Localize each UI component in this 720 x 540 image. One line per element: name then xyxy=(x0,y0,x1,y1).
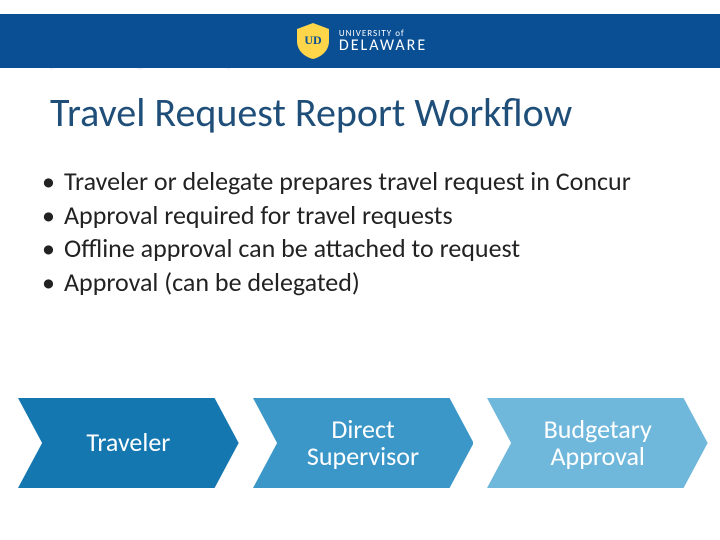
list-item: Approval required for travel requests xyxy=(36,200,690,232)
svg-text:UD: UD xyxy=(304,33,322,47)
list-item: Approval (can be delegated) xyxy=(36,267,690,299)
logo-shield-icon: UD xyxy=(293,21,333,61)
logo-text-large: DELAWARE xyxy=(339,38,427,54)
workflow-step-traveler: Traveler xyxy=(18,398,239,488)
slide: GRAMM METAPH UD UNIVERSITY of DELAWARE T… xyxy=(0,0,720,540)
list-item: Traveler or delegate prepares travel req… xyxy=(36,166,690,198)
header-band: UD UNIVERSITY of DELAWARE xyxy=(0,14,720,68)
workflow-step-label: Budgetary Approval xyxy=(509,398,686,488)
workflow-step-label: Traveler xyxy=(40,398,217,488)
university-logo: UD UNIVERSITY of DELAWARE xyxy=(293,21,427,61)
bullet-list: Traveler or delegate prepares travel req… xyxy=(36,166,690,301)
workflow-chevrons: Traveler Direct Supervisor Budgetary App… xyxy=(18,398,708,488)
slide-title: Travel Request Report Workflow xyxy=(50,88,690,137)
logo-text: UNIVERSITY of DELAWARE xyxy=(339,29,427,54)
list-item: Offline approval can be attached to requ… xyxy=(36,233,690,265)
workflow-step-direct-supervisor: Direct Supervisor xyxy=(253,398,474,488)
workflow-step-budgetary-approval: Budgetary Approval xyxy=(487,398,708,488)
workflow-step-label: Direct Supervisor xyxy=(275,398,452,488)
